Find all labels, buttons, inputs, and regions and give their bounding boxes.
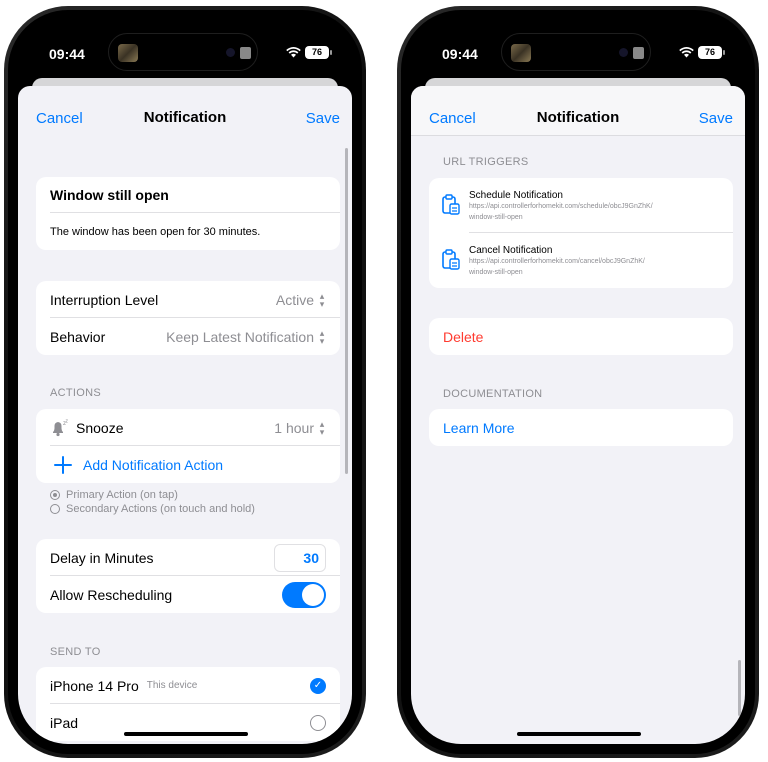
- legend-primary: Primary Action (on tap): [50, 488, 178, 502]
- camera-icon: [619, 48, 628, 57]
- trigger-schedule[interactable]: Schedule Notification https://api.contro…: [429, 178, 733, 233]
- status-bar: 09:44 76: [411, 20, 745, 76]
- add-action-label: Add Notification Action: [83, 456, 224, 473]
- dynamic-island: [108, 33, 258, 71]
- trigger-cancel[interactable]: Cancel Notification https://api.controll…: [429, 233, 733, 288]
- chevron-updown-icon: ▴ ▾: [319, 290, 325, 309]
- status-time: 09:44: [49, 46, 85, 62]
- notification-title-field[interactable]: Window still open: [36, 177, 340, 213]
- nav-title: Notification: [536, 109, 620, 126]
- trigger-url-suffix: window-still-open: [469, 214, 523, 221]
- behavior-row[interactable]: Behavior Keep Latest Notification ▴ ▾: [36, 318, 340, 355]
- dynamic-island: [501, 33, 651, 71]
- scrollbar[interactable]: [345, 148, 348, 474]
- home-indicator: [517, 732, 641, 736]
- notification-sheet: Cancel Notification Save URL TRIGGERS Sc…: [411, 86, 745, 744]
- trigger-url-suffix: window-still-open: [469, 269, 523, 276]
- legend-secondary-label: Secondary Actions (on touch and hold): [66, 503, 255, 515]
- plus-icon: [54, 455, 72, 474]
- nav-bar: Cancel Notification Save: [18, 86, 352, 138]
- trigger-title: Schedule Notification: [469, 190, 563, 201]
- allow-rescheduling-row: Allow Rescheduling: [36, 576, 340, 613]
- nav-title: Notification: [143, 109, 227, 126]
- trigger-url: https://api.controllerforhomekit.com/can…: [469, 258, 645, 265]
- unselected-circle-icon: [310, 714, 326, 731]
- live-activity-icon: [633, 47, 644, 59]
- chevron-updown-icon: ▴ ▾: [319, 418, 325, 437]
- documentation-card: Learn More: [429, 409, 733, 446]
- notification-body-field[interactable]: The window has been open for 30 minutes.: [36, 213, 340, 250]
- save-button[interactable]: Save: [699, 110, 733, 127]
- svg-text:z: z: [66, 419, 69, 425]
- send-to-header: SEND TO: [50, 646, 101, 658]
- action-item-value: 1 hour: [274, 419, 314, 436]
- timing-card: Delay in Minutes 30 Allow Rescheduling: [36, 539, 340, 613]
- primary-radio-icon: [50, 490, 60, 500]
- device-name: iPad: [50, 714, 79, 731]
- notification-sheet: Cancel Notification Save Window still op…: [18, 86, 352, 744]
- interruption-level-row[interactable]: Interruption Level Active ▴ ▾: [36, 281, 340, 318]
- behavior-label: Behavior: [50, 328, 106, 345]
- save-button[interactable]: Save: [306, 110, 340, 127]
- status-time: 09:44: [442, 46, 478, 62]
- live-activity-thumbnail: [118, 44, 138, 62]
- delay-input[interactable]: 30: [274, 543, 326, 572]
- delete-button[interactable]: Delete: [429, 318, 733, 355]
- left-screen: 09:44 76 Cancel Notification Save Window…: [18, 20, 352, 744]
- url-triggers-header: URL TRIGGERS: [443, 156, 529, 168]
- interruption-level-value: Active: [275, 291, 314, 308]
- wifi-icon: [679, 47, 694, 58]
- interruption-level-label: Interruption Level: [50, 291, 159, 308]
- home-indicator: [124, 732, 248, 736]
- right-phone: 09:44 76 Cancel Notification Save URL TR…: [397, 6, 759, 758]
- wifi-icon: [286, 47, 301, 58]
- learn-more-link[interactable]: Learn More: [429, 409, 733, 446]
- device-note: This device: [146, 680, 198, 691]
- battery-icon: 76: [305, 46, 332, 59]
- checkmark-icon: ✓: [310, 677, 326, 694]
- live-activity-icon: [240, 47, 251, 59]
- allow-rescheduling-toggle[interactable]: [282, 581, 326, 608]
- behavior-value: Keep Latest Notification: [166, 328, 314, 345]
- chevron-updown-icon: ▴ ▾: [319, 327, 325, 346]
- send-to-card: iPhone 14 Pro This device ✓ iPad: [36, 667, 340, 741]
- delay-label: Delay in Minutes: [50, 549, 154, 566]
- left-phone: 09:44 76 Cancel Notification Save Window…: [4, 6, 366, 758]
- delay-row: Delay in Minutes 30: [36, 539, 340, 576]
- delete-card: Delete: [429, 318, 733, 355]
- legend-secondary: Secondary Actions (on touch and hold): [50, 502, 255, 516]
- url-triggers-card: Schedule Notification https://api.contro…: [429, 178, 733, 288]
- allow-rescheduling-label: Allow Rescheduling: [50, 586, 173, 603]
- actions-header: ACTIONS: [50, 387, 101, 399]
- action-item-label: Snooze: [76, 419, 124, 436]
- camera-icon: [226, 48, 235, 57]
- add-notification-action-button[interactable]: Add Notification Action: [36, 446, 340, 483]
- trigger-url: https://api.controllerforhomekit.com/sch…: [469, 203, 653, 210]
- action-item-snooze[interactable]: z z Snooze 1 hour ▴ ▾: [36, 409, 340, 446]
- actions-card: z z Snooze 1 hour ▴ ▾ Add Notification Act…: [36, 409, 340, 483]
- clipboard-link-icon: [442, 249, 460, 270]
- status-bar: 09:44 76: [18, 20, 352, 76]
- right-screen: 09:44 76 Cancel Notification Save URL TR…: [411, 20, 745, 744]
- secondary-radio-icon: [50, 504, 60, 514]
- nav-bar: Cancel Notification Save: [411, 86, 745, 136]
- clipboard-link-icon: [442, 194, 460, 215]
- scrollbar[interactable]: [738, 660, 741, 716]
- battery-icon: 76: [698, 46, 725, 59]
- notification-content-card: Window still open The window has been op…: [36, 177, 340, 250]
- live-activity-thumbnail: [511, 44, 531, 62]
- device-row-iphone[interactable]: iPhone 14 Pro This device ✓: [36, 667, 340, 704]
- trigger-title: Cancel Notification: [469, 245, 553, 256]
- legend-primary-label: Primary Action (on tap): [66, 489, 178, 501]
- snooze-bell-icon: z z: [53, 419, 69, 436]
- device-name: iPhone 14 Pro: [50, 677, 139, 694]
- documentation-header: DOCUMENTATION: [443, 388, 543, 400]
- settings-card: Interruption Level Active ▴ ▾ Behavior Kee…: [36, 281, 340, 355]
